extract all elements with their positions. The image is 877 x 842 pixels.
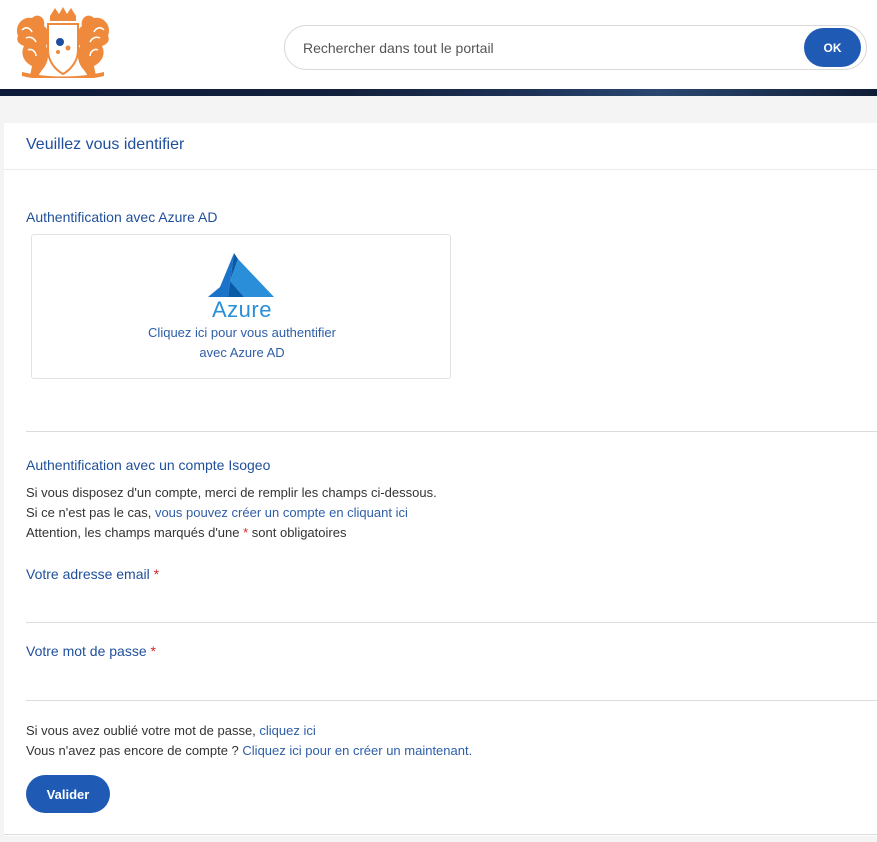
- coat-of-arms-logo[interactable]: [8, 6, 118, 78]
- signup-prefix: Vous n'avez pas encore de compte ?: [26, 743, 243, 758]
- required-note-suffix: sont obligatoires: [248, 525, 347, 540]
- page-title: Veuillez vous identifier: [26, 136, 185, 153]
- password-field[interactable]: [26, 671, 877, 701]
- azure-logo-text: Azure: [212, 297, 272, 322]
- azure-login-link-line1[interactable]: Cliquez ici pour vous authentifier: [32, 325, 452, 340]
- azure-logo-icon: [208, 253, 274, 297]
- search-input[interactable]: [303, 37, 783, 59]
- forgot-password-prefix: Si vous avez oublié votre mot de passe,: [26, 723, 260, 738]
- azure-section-heading: Authentification avec Azure AD: [26, 209, 218, 225]
- required-note-prefix: Attention, les champs marqués d'une: [26, 525, 244, 540]
- password-label: Votre mot de passe *: [26, 643, 156, 659]
- email-required-star: *: [153, 566, 160, 582]
- forgot-password-line: Si vous avez oublié votre mot de passe, …: [26, 723, 316, 738]
- login-panel: Veuillez vous identifier Authentificatio…: [4, 123, 877, 836]
- isogeo-section-heading: Authentification avec un compte Isogeo: [26, 457, 271, 473]
- site-header: OK: [0, 0, 877, 89]
- bottom-divider: [4, 834, 877, 835]
- forgot-password-link[interactable]: cliquez ici: [259, 723, 315, 738]
- search-submit-button[interactable]: OK: [804, 28, 861, 67]
- email-label: Votre adresse email *: [26, 566, 159, 582]
- account-intro-text: Si vous disposez d'un compte, merci de r…: [26, 485, 437, 500]
- azure-login-link-line2[interactable]: avec Azure AD: [32, 345, 452, 360]
- email-label-text: Votre adresse email: [26, 566, 150, 582]
- header-banner: [0, 89, 877, 96]
- azure-login-card[interactable]: Azure Cliquez ici pour vous authentifier…: [31, 234, 451, 379]
- password-required-star: *: [150, 643, 156, 659]
- signup-line: Vous n'avez pas encore de compte ? Cliqu…: [26, 743, 472, 758]
- search-box: [284, 25, 867, 70]
- email-field[interactable]: [26, 593, 877, 623]
- create-account-line: Si ce n'est pas le cas, vous pouvez crée…: [26, 505, 408, 520]
- create-account-prefix: Si ce n'est pas le cas,: [26, 505, 155, 520]
- signup-link[interactable]: Cliquez ici pour en créer un maintenant.: [242, 743, 472, 758]
- password-label-text: Votre mot de passe: [26, 643, 147, 659]
- section-divider: [26, 431, 877, 432]
- required-fields-note: Attention, les champs marqués d'une * so…: [26, 525, 346, 540]
- title-divider: [4, 169, 877, 170]
- submit-button[interactable]: Valider: [26, 775, 110, 813]
- create-account-link[interactable]: vous pouvez créer un compte en cliquant …: [155, 505, 408, 520]
